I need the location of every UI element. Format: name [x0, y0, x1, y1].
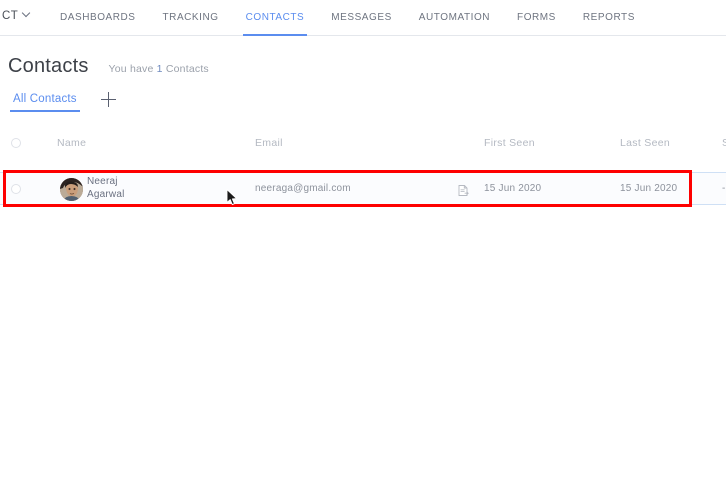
document-icon [458, 183, 469, 196]
cell-contact-name[interactable]: Neeraj Agarwal [87, 176, 125, 201]
add-tab-plus-icon[interactable] [101, 90, 117, 108]
nav-item-automation[interactable]: AUTOMATION [419, 0, 490, 36]
nav-item-reports[interactable]: REPORTS [583, 0, 635, 36]
page-header: Contacts You have 1 Contacts [8, 55, 209, 78]
tab-all-contacts[interactable]: All Contacts [10, 93, 80, 112]
chevron-down-icon [23, 10, 31, 18]
nav-item-forms[interactable]: FORMS [517, 0, 556, 36]
contacts-table-header: Name Email First Seen Last Seen S [0, 137, 726, 162]
cell-first-seen: 15 Jun 2020 [484, 183, 542, 194]
nav-item-tracking[interactable]: TRACKING [163, 0, 219, 36]
cell-score: - [722, 183, 726, 194]
avatar [60, 178, 83, 201]
brand-menu[interactable]: CT [2, 10, 31, 22]
contact-first-name: Neeraj [87, 176, 118, 187]
column-header-last-seen[interactable]: Last Seen [620, 137, 670, 149]
nav-item-messages[interactable]: MESSAGES [331, 0, 392, 36]
column-header-email[interactable]: Email [255, 137, 283, 149]
page-title: Contacts [8, 55, 89, 77]
row-select-checkbox[interactable] [11, 184, 21, 194]
brand-label: CT [2, 10, 19, 22]
column-header-score[interactable]: S [722, 137, 726, 149]
summary-count: 1 [156, 63, 163, 75]
column-header-first-seen[interactable]: First Seen [484, 137, 535, 149]
user-photo-avatar [60, 178, 83, 201]
column-header-name[interactable]: Name [57, 137, 86, 149]
cell-contact-email: neeraga@gmail.com [255, 183, 351, 194]
cell-last-seen: 15 Jun 2020 [620, 183, 678, 194]
nav-item-dashboards[interactable]: DASHBOARDS [60, 0, 136, 36]
top-navigation-bar: CT DASHBOARDS TRACKING CONTACTS MESSAGES… [0, 0, 726, 36]
contact-list-tabs: All Contacts [0, 90, 726, 121]
nav-items: DASHBOARDS TRACKING CONTACTS MESSAGES AU… [60, 0, 662, 36]
contact-count-summary: You have 1 Contacts [109, 63, 209, 75]
summary-prefix: You have [108, 63, 154, 75]
contact-last-name: Agarwal [87, 188, 125, 200]
nav-item-contacts[interactable]: CONTACTS [242, 0, 307, 36]
summary-suffix: Contacts [165, 63, 209, 75]
select-all-checkbox[interactable] [11, 138, 21, 148]
